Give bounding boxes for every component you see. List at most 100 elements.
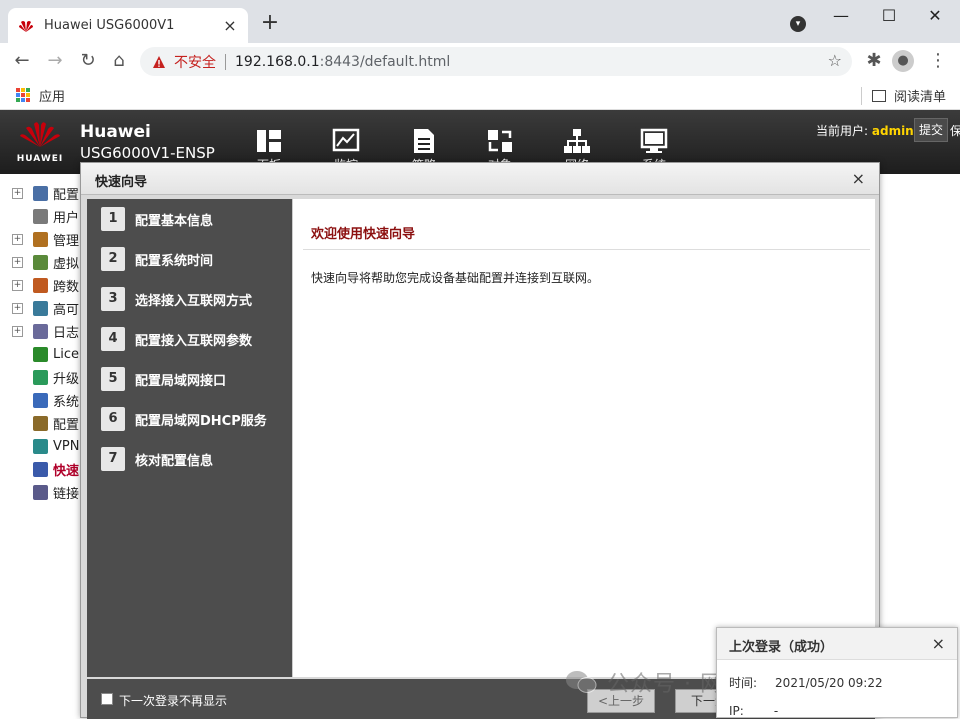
home-icon[interactable]: ⌂ <box>107 49 131 73</box>
expand-icon[interactable]: + <box>12 187 23 199</box>
tree-item[interactable]: 配置 <box>12 413 79 433</box>
wizard-step-label: 配置局域网DHCP服务 <box>135 413 267 429</box>
tree-item-label: 链接 <box>53 486 80 502</box>
welcome-title: 欢迎使用快速向导 <box>311 227 416 242</box>
system-tree-icon <box>33 392 48 408</box>
insecure-label: 不安全 <box>174 54 216 71</box>
config-icon <box>33 185 48 201</box>
tree-item[interactable]: Licen <box>12 344 87 364</box>
tree-item[interactable]: 链接 <box>12 482 79 502</box>
expand-icon[interactable]: + <box>12 256 23 268</box>
system-icon[interactable] <box>640 128 668 154</box>
bookmark-apps[interactable]: 应用 <box>39 86 65 105</box>
huawei-logo: HUAWEI <box>14 120 66 170</box>
reading-divider <box>860 86 862 105</box>
new-tab-button[interactable]: + <box>258 10 282 35</box>
expand-icon[interactable]: + <box>12 302 23 314</box>
tree-item[interactable]: + 虚拟 <box>12 252 79 272</box>
header-cut-button[interactable]: 保 <box>950 122 960 139</box>
wizard-title: 快速向导 <box>95 175 148 190</box>
tree-item[interactable]: 升级 <box>12 367 79 387</box>
forward-icon[interactable]: → <box>43 49 67 73</box>
tab-search-icon[interactable]: ▾ <box>790 16 806 32</box>
reading-list-button[interactable]: 阅读清单 <box>860 86 946 105</box>
tree-item[interactable]: + 跨数 <box>12 275 79 295</box>
wizard-step-number: 7 <box>101 447 125 471</box>
wizard-step: 5 配置局域网接口 <box>101 364 226 394</box>
tree-item[interactable]: 系统 <box>12 390 79 410</box>
last-login-time-label: 时间: <box>729 676 758 690</box>
last-login-ip-value: - <box>773 704 779 718</box>
brand-name: Huawei <box>80 122 151 142</box>
tree-item[interactable]: + 高可 <box>12 298 79 318</box>
current-user-label: 当前用户: <box>816 124 869 138</box>
monitor-icon[interactable] <box>332 128 360 154</box>
window-close-icon[interactable]: ✕ <box>920 4 950 28</box>
object-icon[interactable] <box>486 128 514 154</box>
logo-wordmark: HUAWEI <box>16 154 64 164</box>
browser-tab[interactable]: Huawei USG6000V1 × <box>8 8 248 43</box>
link-icon <box>33 484 48 500</box>
tree-item[interactable]: 用户 <box>12 206 79 226</box>
config2-icon <box>33 415 48 431</box>
tree-item[interactable]: + 日志 <box>12 321 79 341</box>
submit-button[interactable]: 提交 <box>914 118 948 142</box>
profile-avatar-icon[interactable]: ● <box>892 50 914 72</box>
wizard-step: 6 配置局域网DHCP服务 <box>101 404 267 434</box>
license-icon <box>33 346 48 362</box>
address-separator <box>225 53 226 70</box>
browser-tab-strip: Huawei USG6000V1 × + ▾ — ☐ ✕ <box>0 0 960 43</box>
minimize-icon[interactable]: — <box>826 4 856 28</box>
last-login-close-icon[interactable]: × <box>932 634 945 653</box>
wizard-titlebar[interactable]: 快速向导 × <box>81 163 879 195</box>
huawei-logo-icon <box>20 122 60 147</box>
expand-icon[interactable]: + <box>12 279 23 291</box>
wizard-step-label: 配置接入互联网参数 <box>135 333 253 349</box>
wizard-step-number: 4 <box>101 327 125 351</box>
maximize-icon[interactable]: ☐ <box>874 4 904 28</box>
reload-icon[interactable]: ↻ <box>76 49 100 73</box>
url-host: 192.168.0.1 <box>235 53 320 70</box>
bookmark-star-icon[interactable]: ☆ <box>828 51 842 70</box>
wizard-step-label: 选择接入互联网方式 <box>135 293 253 309</box>
expand-icon[interactable]: + <box>12 325 23 337</box>
tab-title: Huawei USG6000V1 <box>44 18 175 33</box>
tree-item-label: 系统 <box>53 394 80 410</box>
wizard-step: 2 配置系统时间 <box>101 244 213 274</box>
crossdata-icon <box>33 277 48 293</box>
back-icon[interactable]: ← <box>10 49 34 73</box>
wizard-steps-panel: 1 配置基本信息 2 配置系统时间 3 选择接入互联网方式 4 配置接入互联网参数 5 配置局域网… <box>87 199 292 677</box>
log-icon <box>33 323 48 339</box>
policy-icon[interactable] <box>410 128 438 154</box>
current-user-name: admin <box>871 124 914 138</box>
last-login-ip-row: IP: - <box>729 704 778 718</box>
extensions-icon[interactable]: ✱ <box>862 49 886 73</box>
tree-item-label: 用户 <box>53 210 80 226</box>
dashboard-icon[interactable] <box>255 128 283 154</box>
wizard-step-label: 配置基本信息 <box>135 213 214 229</box>
last-login-time-row: 时间: 2021/05/20 09:22 <box>729 674 883 691</box>
tree-item[interactable]: VPN <box>12 436 79 456</box>
tab-close-icon[interactable]: × <box>222 16 238 35</box>
tree-item-label: 日志 <box>53 325 80 341</box>
vpn-icon <box>33 438 48 454</box>
tree-item[interactable]: + 管理 <box>12 229 79 249</box>
tree-item[interactable]: + 配置 <box>12 183 79 203</box>
wizard-step-number: 5 <box>101 367 125 391</box>
reading-list-icon <box>871 89 886 102</box>
network-icon[interactable] <box>563 128 591 154</box>
wizard-step-label: 核对配置信息 <box>135 453 214 469</box>
wizard-close-icon[interactable]: × <box>852 169 865 188</box>
ha-icon <box>33 300 48 316</box>
wizard-step-number: 2 <box>101 247 125 271</box>
tree-item-label: 管理 <box>53 233 80 249</box>
address-bar[interactable]: 不安全 192.168.0.1:8443/default.html ☆ <box>140 47 852 76</box>
last-login-ip-label: IP: <box>729 704 744 718</box>
dont-show-checkbox[interactable] <box>101 693 113 705</box>
dont-show-label[interactable]: 下一次登录不再显示 <box>119 692 227 709</box>
tree-item[interactable]: 快速 <box>12 459 79 479</box>
browser-menu-icon[interactable]: ⋮ <box>926 49 950 73</box>
expand-icon[interactable]: + <box>12 233 23 245</box>
apps-grid-icon[interactable] <box>16 88 30 102</box>
tree-item-label: VPN <box>53 438 80 454</box>
